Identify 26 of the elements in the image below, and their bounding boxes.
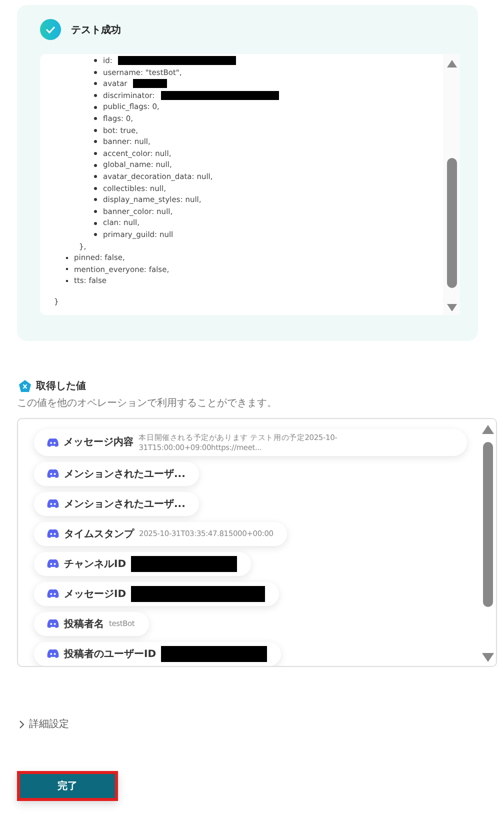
game-controller-icon [47, 649, 59, 658]
scrollbar[interactable] [479, 419, 496, 666]
game-controller-icon [47, 529, 59, 538]
value-chip[interactable]: メッセージID [34, 582, 280, 606]
scroll-up-icon[interactable] [482, 425, 494, 434]
game-controller-icon [47, 589, 59, 598]
value-chip[interactable]: 投稿者のユーザーID [34, 642, 282, 666]
section-title: 取得した値 [36, 380, 86, 393]
advanced-settings-toggle[interactable]: 詳細設定 [17, 717, 69, 731]
game-controller-icon [47, 438, 59, 447]
result-title: テスト成功 [71, 24, 121, 36]
scroll-down-icon[interactable] [482, 653, 494, 662]
game-controller-icon [47, 619, 59, 628]
chevron-icon [19, 720, 25, 728]
game-controller-icon [47, 499, 59, 508]
value-chip[interactable]: メンションされたユーザ... [34, 462, 200, 486]
value-chip[interactable]: チャンネルID [34, 552, 252, 576]
section-description: この値を他のオペレーションで利用することができます。 [17, 396, 278, 410]
value-chip[interactable]: メンションされたユーザ... [34, 492, 200, 516]
scroll-down-icon[interactable] [446, 304, 458, 311]
game-controller-icon [47, 469, 59, 478]
pentagon-icon [19, 380, 31, 392]
scroll-up-icon[interactable] [446, 60, 458, 68]
scrollbar[interactable] [443, 54, 460, 315]
done-button[interactable]: 完了 [17, 771, 118, 801]
game-controller-icon [47, 559, 59, 568]
